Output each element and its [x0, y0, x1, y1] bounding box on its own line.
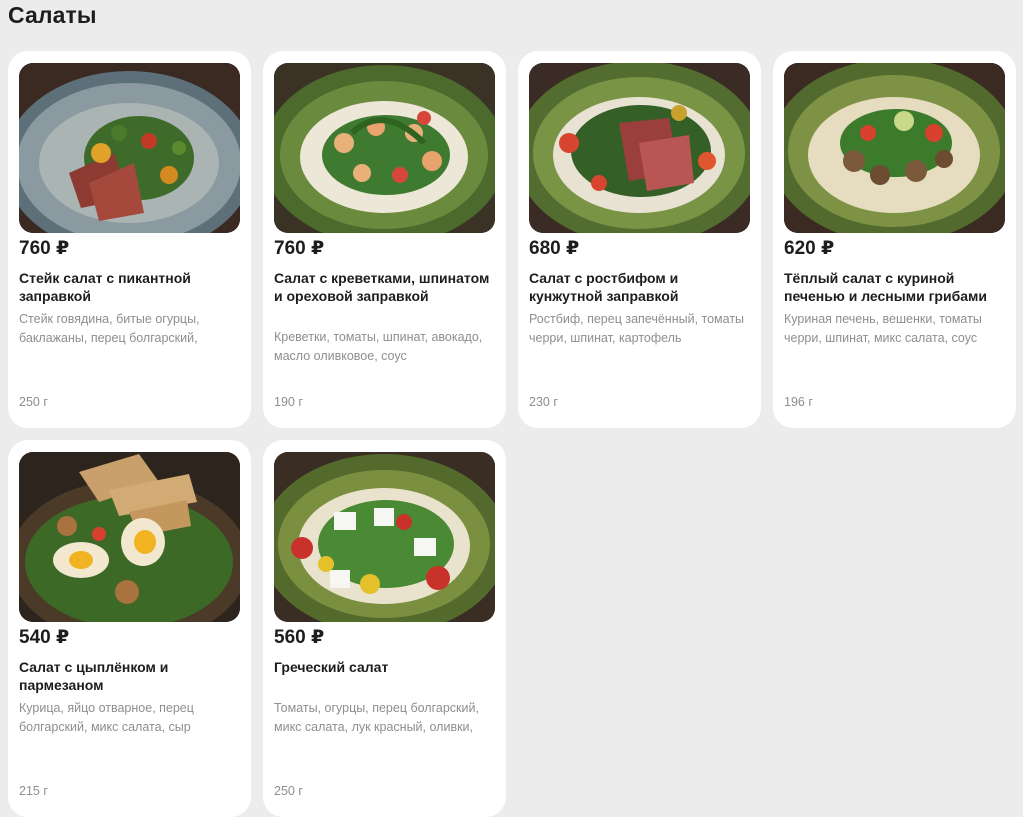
product-weight: 250 г — [274, 784, 303, 798]
product-card[interactable]: 760 ₽ Стейк салат с пикантной заправкой … — [8, 51, 251, 428]
product-photo[interactable] — [529, 63, 750, 233]
product-name: Салат с креветками, шпинатом и ореховой … — [274, 270, 490, 304]
product-name: Греческий салат — [274, 659, 389, 675]
roastbeef-salad-image — [529, 63, 750, 233]
product-photo[interactable] — [19, 452, 240, 622]
product-price: 540 ₽ — [19, 627, 70, 648]
product-weight: 196 г — [784, 395, 813, 409]
product-price: 760 ₽ — [274, 238, 325, 259]
product-price: 560 ₽ — [274, 627, 325, 648]
product-card[interactable]: 760 ₽ Салат с креветками, шпинатом и оре… — [263, 51, 506, 428]
product-ingredients: Ростбиф, перец запечённый, томаты черри,… — [529, 312, 745, 345]
product-ingredients: Курица, яйцо отварное, перец болгарский,… — [19, 701, 194, 734]
product-grid: 760 ₽ Стейк салат с пикантной заправкой … — [8, 51, 1016, 817]
product-photo[interactable] — [784, 63, 1005, 233]
warm-liver-salad-image — [784, 63, 1005, 233]
product-ingredients: Креветки, томаты, шпинат, авокадо, масло… — [274, 330, 483, 363]
product-ingredients: Стейк говядина, битые огурцы, баклажаны,… — [19, 312, 200, 345]
greek-salad-image — [274, 452, 495, 622]
product-ingredients: Томаты, огурцы, перец болгарский, микс с… — [274, 701, 479, 734]
product-name: Стейк салат с пикантной заправкой — [19, 270, 191, 304]
steak-salad-image — [19, 63, 240, 233]
product-photo[interactable] — [274, 63, 495, 233]
product-name: Салат с ростбифом и кунжутной заправкой — [529, 270, 679, 304]
product-card[interactable]: 620 ₽ Тёплый салат с куриной печенью и л… — [773, 51, 1016, 428]
product-weight: 190 г — [274, 395, 303, 409]
product-price: 680 ₽ — [529, 238, 580, 259]
product-card[interactable]: 680 ₽ Салат с ростбифом и кунжутной запр… — [518, 51, 761, 428]
chicken-parmesan-salad-image — [19, 452, 240, 622]
shrimp-salad-image — [274, 63, 495, 233]
product-price: 760 ₽ — [19, 238, 70, 259]
product-card[interactable]: 540 ₽ Салат с цыплёнком и пармезаном Кур… — [8, 440, 251, 817]
product-weight: 230 г — [529, 395, 558, 409]
product-weight: 250 г — [19, 395, 48, 409]
product-ingredients: Куриная печень, вешенки, томаты черри, ш… — [784, 312, 982, 345]
page-title: Салаты — [8, 2, 97, 28]
product-price: 620 ₽ — [784, 238, 835, 259]
product-name: Салат с цыплёнком и пармезаном — [19, 659, 169, 693]
product-weight: 215 г — [19, 784, 48, 798]
product-name: Тёплый салат с куриной печенью и лесными… — [784, 270, 987, 304]
product-photo[interactable] — [19, 63, 240, 233]
product-card[interactable]: 560 ₽ Греческий салат Томаты, огурцы, пе… — [263, 440, 506, 817]
product-photo[interactable] — [274, 452, 495, 622]
